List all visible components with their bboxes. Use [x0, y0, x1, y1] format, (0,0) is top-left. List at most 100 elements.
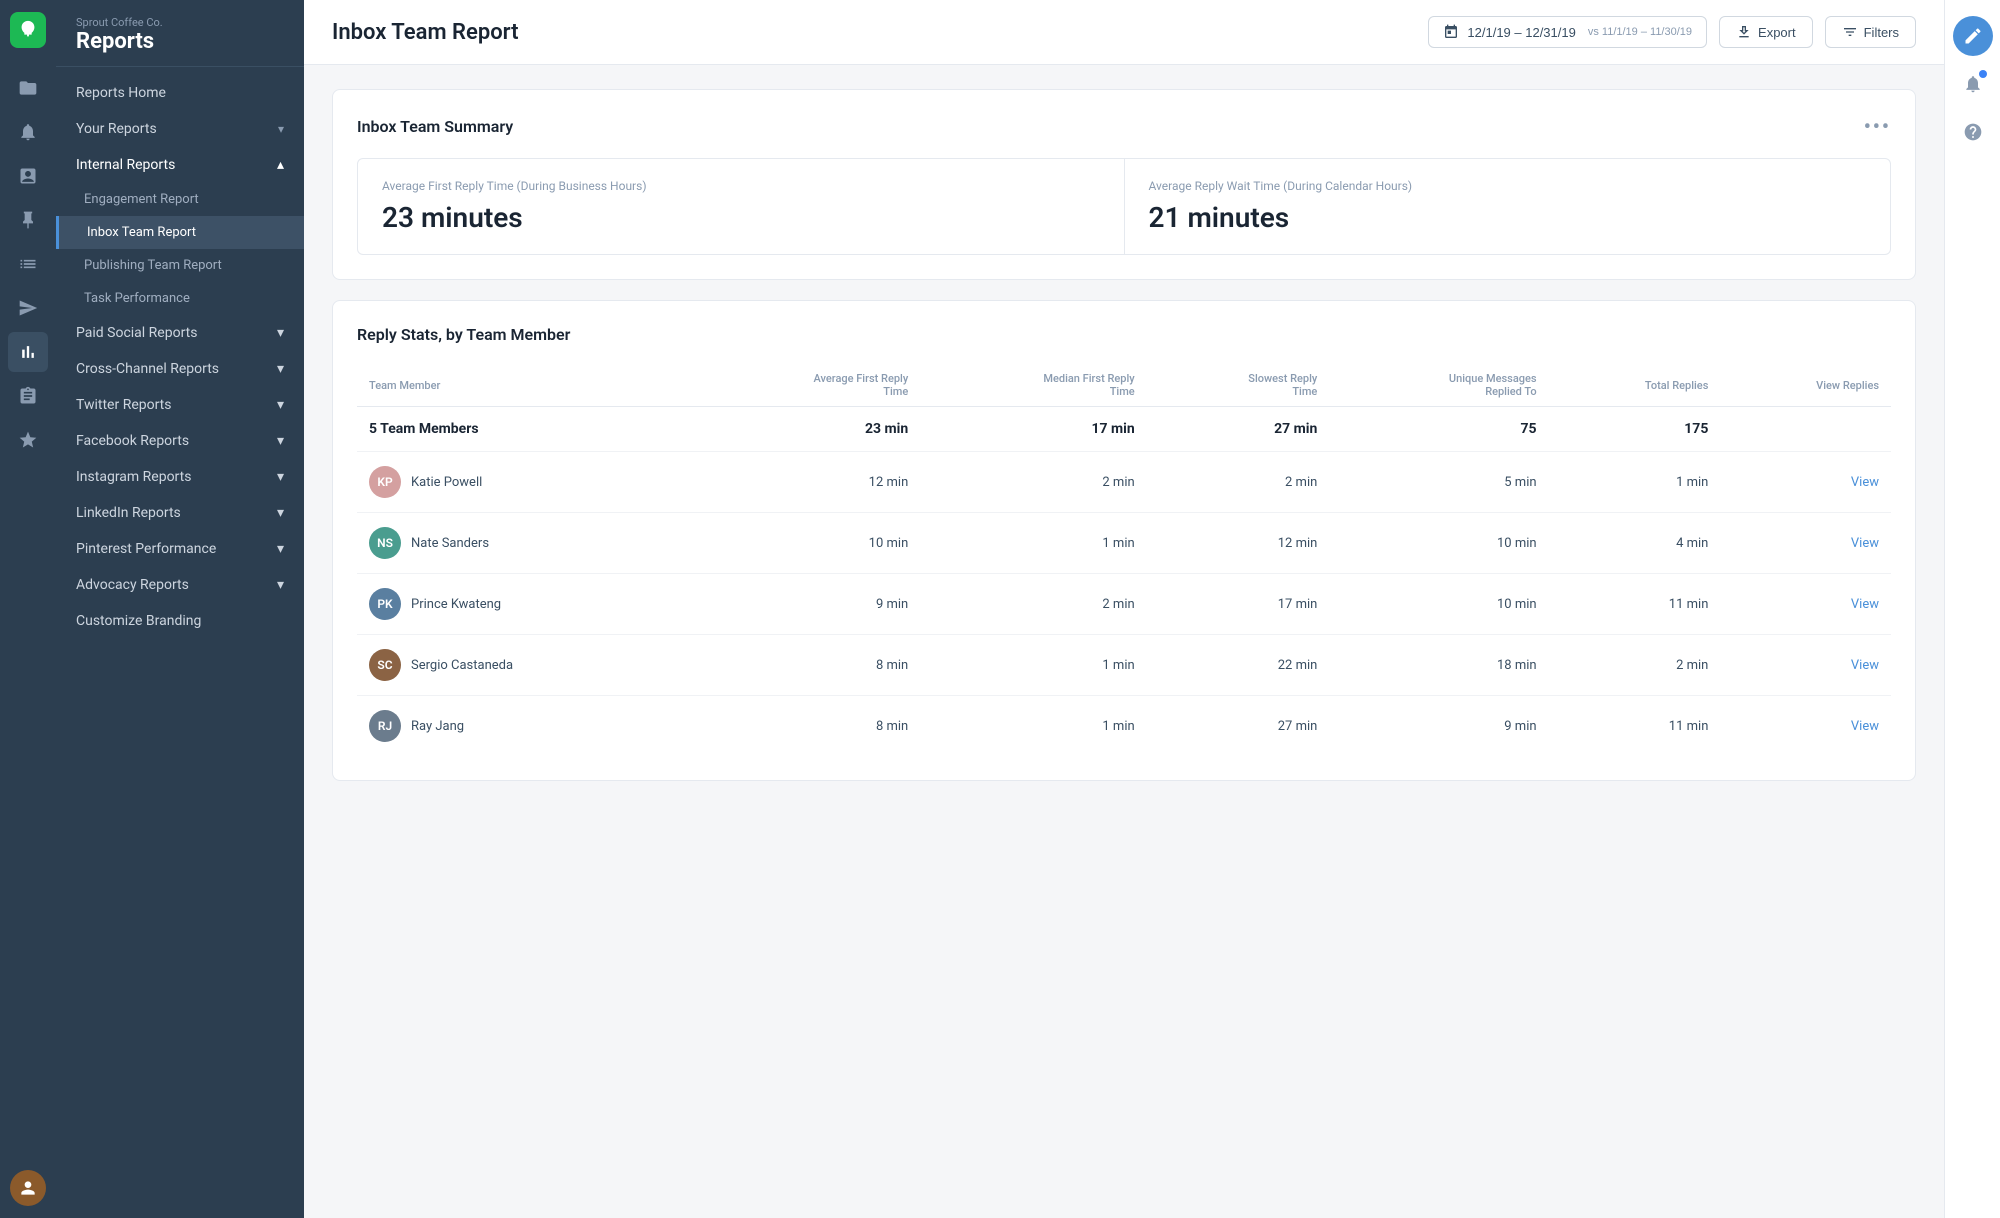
- facebook-label: Facebook Reports: [76, 433, 189, 449]
- avg-first-reply-nate-sanders: 10 min: [687, 513, 920, 574]
- page-title: Inbox Team Report: [332, 20, 519, 45]
- col-member: Team Member: [357, 364, 687, 407]
- pin-icon[interactable]: [8, 200, 48, 240]
- view-replies-sergio-castaneda[interactable]: View: [1720, 635, 1891, 696]
- sidebar-item-publishing-team-report[interactable]: Publishing Team Report: [56, 249, 304, 282]
- compose-button[interactable]: [1953, 16, 1993, 56]
- advocacy-label: Advocacy Reports: [76, 577, 189, 593]
- pencil-icon: [1963, 26, 1983, 46]
- sidebar-item-customize-branding[interactable]: Customize Branding: [56, 603, 304, 639]
- company-name: Sprout Coffee Co.: [76, 16, 284, 29]
- notifications-button[interactable]: [1953, 64, 1993, 104]
- summary-card: Inbox Team Summary ••• Average First Rep…: [332, 89, 1916, 280]
- chevron-down-icon: ▾: [277, 577, 284, 593]
- send-icon[interactable]: [8, 288, 48, 328]
- sidebar-item-engagement-report[interactable]: Engagement Report: [56, 183, 304, 216]
- view-replies-prince-kwateng[interactable]: View: [1720, 574, 1891, 635]
- total-label: 5 Team Members: [357, 407, 687, 452]
- view-replies-ray-jang[interactable]: View: [1720, 696, 1891, 757]
- chart-icon[interactable]: [8, 332, 48, 372]
- date-range-button[interactable]: 12/1/19 – 12/31/19 vs 11/1/19 – 11/30/19: [1428, 16, 1707, 48]
- avg-first-reply-katie-powell: 12 min: [687, 452, 920, 513]
- median-first-reply-nate-sanders: 1 min: [920, 513, 1146, 574]
- sidebar-item-reports-home[interactable]: Reports Home: [56, 75, 304, 111]
- view-link-sergio-castaneda[interactable]: View: [1851, 658, 1879, 673]
- sidebar-item-instagram[interactable]: Instagram Reports ▾: [56, 459, 304, 495]
- view-replies-nate-sanders[interactable]: View: [1720, 513, 1891, 574]
- member-cell-prince-kwateng: PK Prince Kwateng: [357, 574, 687, 635]
- view-link-ray-jang[interactable]: View: [1851, 719, 1879, 734]
- member-cell-sergio-castaneda: SC Sergio Castaneda: [357, 635, 687, 696]
- view-link-prince-kwateng[interactable]: View: [1851, 597, 1879, 612]
- median-first-reply-ray-jang: 1 min: [920, 696, 1146, 757]
- sidebar-item-paid-social[interactable]: Paid Social Reports ▾: [56, 315, 304, 351]
- sidebar-item-internal-reports[interactable]: Internal Reports ▴: [56, 147, 304, 183]
- sidebar-item-facebook[interactable]: Facebook Reports ▾: [56, 423, 304, 459]
- table-row: RJ Ray Jang 8 min 1 min 27 min 9 min 11 …: [357, 696, 1891, 757]
- filters-button[interactable]: Filters: [1825, 16, 1916, 48]
- view-replies-katie-powell[interactable]: View: [1720, 452, 1891, 513]
- total-slowest-reply: 27 min: [1147, 407, 1330, 452]
- chevron-down-icon: ▾: [278, 122, 284, 136]
- total-avg-first-reply: 23 min: [687, 407, 920, 452]
- unique-messages-sergio-castaneda: 18 min: [1329, 635, 1548, 696]
- median-first-reply-prince-kwateng: 2 min: [920, 574, 1146, 635]
- export-icon: [1736, 24, 1752, 40]
- slowest-reply-katie-powell: 2 min: [1147, 452, 1330, 513]
- table-row-total: 5 Team Members 23 min 17 min 27 min 75 1…: [357, 407, 1891, 452]
- total-replies-prince-kwateng: 11 min: [1549, 574, 1721, 635]
- sidebar-item-linkedin[interactable]: LinkedIn Reports ▾: [56, 495, 304, 531]
- member-cell-ray-jang: RJ Ray Jang: [357, 696, 687, 757]
- alert-icon[interactable]: [8, 112, 48, 152]
- member-name-sergio-castaneda: Sergio Castaneda: [411, 658, 513, 673]
- col-median-first-reply: Median First ReplyTime: [920, 364, 1146, 407]
- avg-first-reply-prince-kwateng: 9 min: [687, 574, 920, 635]
- metrics-row: Average First Reply Time (During Busines…: [357, 158, 1891, 255]
- total-view-replies: [1720, 407, 1891, 452]
- star-icon[interactable]: [8, 420, 48, 460]
- metric-avg-wait-time-label: Average Reply Wait Time (During Calendar…: [1149, 179, 1867, 193]
- sidebar-header: Sprout Coffee Co. Reports: [56, 0, 304, 67]
- user-avatar[interactable]: [10, 1170, 46, 1206]
- sidebar-item-twitter[interactable]: Twitter Reports ▾: [56, 387, 304, 423]
- sidebar-item-inbox-team-report[interactable]: Inbox Team Report: [56, 216, 304, 249]
- table-row: SC Sergio Castaneda 8 min 1 min 22 min 1…: [357, 635, 1891, 696]
- member-name-katie-powell: Katie Powell: [411, 475, 482, 490]
- view-link-katie-powell[interactable]: View: [1851, 475, 1879, 490]
- main-content: Inbox Team Report 12/1/19 – 12/31/19 vs …: [304, 0, 1944, 1218]
- member-name-nate-sanders: Nate Sanders: [411, 536, 489, 551]
- member-name-ray-jang: Ray Jang: [411, 719, 464, 734]
- view-link-nate-sanders[interactable]: View: [1851, 536, 1879, 551]
- folder-icon[interactable]: [8, 68, 48, 108]
- chevron-up-icon: ▴: [277, 157, 284, 173]
- total-replies-ray-jang: 11 min: [1549, 696, 1721, 757]
- sidebar-item-cross-channel[interactable]: Cross-Channel Reports ▾: [56, 351, 304, 387]
- avg-first-reply-ray-jang: 8 min: [687, 696, 920, 757]
- help-button[interactable]: [1953, 112, 1993, 152]
- content-area: Inbox Team Summary ••• Average First Rep…: [304, 65, 1944, 1218]
- sidebar-item-your-reports[interactable]: Your Reports ▾: [56, 111, 304, 147]
- more-options-button[interactable]: •••: [1864, 114, 1891, 138]
- calendar-icon: [1443, 24, 1459, 40]
- avatar-sergio-castaneda: SC: [369, 649, 401, 681]
- notification-badge: [1979, 70, 1987, 78]
- slowest-reply-prince-kwateng: 17 min: [1147, 574, 1330, 635]
- instagram-label: Instagram Reports: [76, 469, 191, 485]
- total-replies-sergio-castaneda: 2 min: [1549, 635, 1721, 696]
- sidebar-item-pinterest[interactable]: Pinterest Performance ▾: [56, 531, 304, 567]
- member-name-prince-kwateng: Prince Kwateng: [411, 597, 501, 612]
- total-replies-katie-powell: 1 min: [1549, 452, 1721, 513]
- sidebar-item-advocacy[interactable]: Advocacy Reports ▾: [56, 567, 304, 603]
- sidebar-item-task-performance[interactable]: Task Performance: [56, 282, 304, 315]
- pinterest-label: Pinterest Performance: [76, 541, 216, 557]
- chevron-down-icon: ▾: [277, 361, 284, 377]
- tasks-icon[interactable]: [8, 376, 48, 416]
- twitter-label: Twitter Reports: [76, 397, 171, 413]
- col-total-replies: Total Replies: [1549, 364, 1721, 407]
- export-button[interactable]: Export: [1719, 16, 1813, 48]
- inbox-icon[interactable]: [8, 156, 48, 196]
- list-icon[interactable]: [8, 244, 48, 284]
- slowest-reply-ray-jang: 27 min: [1147, 696, 1330, 757]
- topbar: Inbox Team Report 12/1/19 – 12/31/19 vs …: [304, 0, 1944, 65]
- chevron-down-icon: ▾: [277, 541, 284, 557]
